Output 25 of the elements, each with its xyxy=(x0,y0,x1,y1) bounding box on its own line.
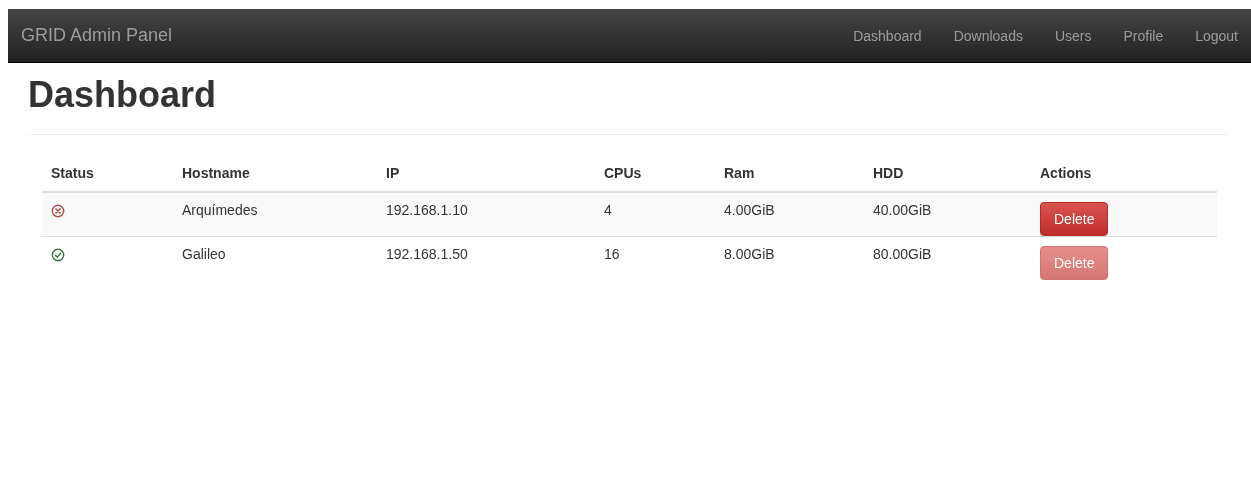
column-header: IP xyxy=(386,165,400,181)
table-cell: Galileo xyxy=(182,246,226,262)
column-header: Status xyxy=(51,165,94,181)
nav-link[interactable]: Logout xyxy=(1176,27,1251,44)
nav-link[interactable]: Users xyxy=(1035,27,1105,44)
table-cell: 16 xyxy=(604,246,620,262)
column-header: CPUs xyxy=(604,165,642,181)
nav-link[interactable]: Downloads xyxy=(934,27,1036,44)
column-header: HDD xyxy=(873,165,904,181)
table-cell: 4.00GiB xyxy=(724,202,775,218)
table-cell: 4 xyxy=(604,202,612,218)
column-header: Actions xyxy=(1040,165,1092,181)
table-cell: 192.168.1.10 xyxy=(386,202,468,218)
delete-button[interactable]: Delete xyxy=(1040,202,1109,236)
table-cell: 8.00GiB xyxy=(724,246,775,262)
table-cell: Arquímedes xyxy=(182,202,258,218)
nav-link[interactable]: Profile xyxy=(1104,27,1177,44)
table-cell: 80.00GiB xyxy=(873,246,932,262)
table-cell: 40.00GiB xyxy=(873,202,932,218)
table-cell: 192.168.1.50 xyxy=(386,246,468,262)
page-title: Dashboard xyxy=(28,75,218,115)
brand: GRID Admin Panel xyxy=(21,25,173,46)
nav-link[interactable]: Dashboard xyxy=(834,27,935,44)
column-header: Hostname xyxy=(182,165,250,181)
column-header: Ram xyxy=(724,165,755,181)
